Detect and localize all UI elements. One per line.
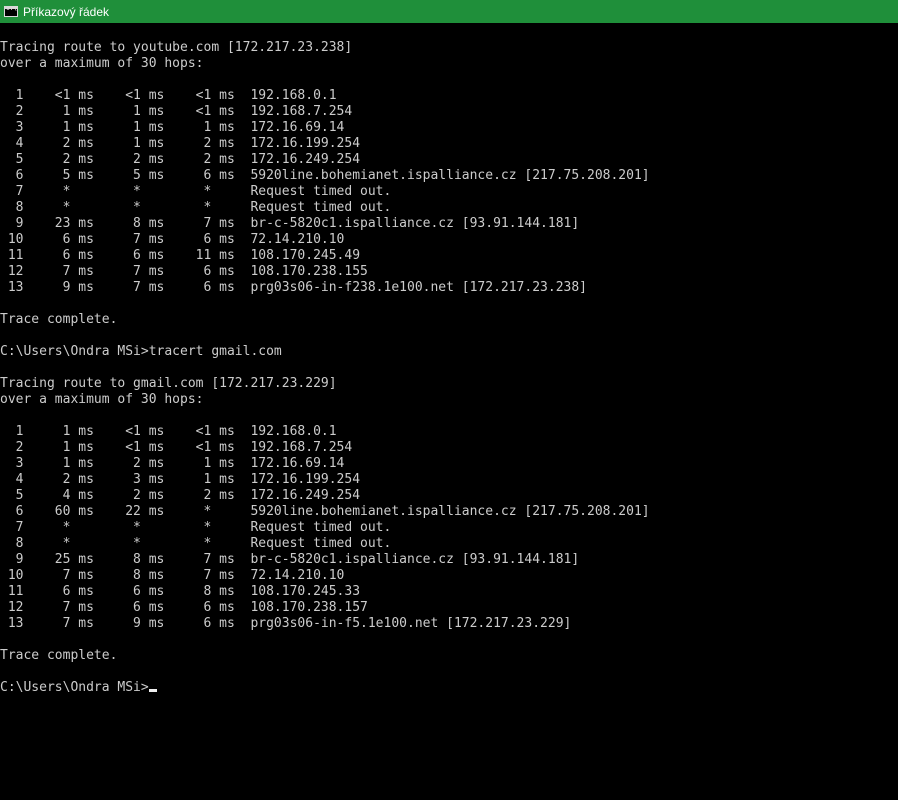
console-line: 10 7 ms 8 ms 7 ms 72.14.210.10 bbox=[0, 568, 345, 583]
command-prompt-window: Příkazový řádek Tracing route to youtube… bbox=[0, 0, 898, 800]
console-line: Trace complete. bbox=[0, 312, 118, 327]
console-line: 3 1 ms 1 ms 1 ms 172.16.69.14 bbox=[0, 120, 345, 135]
console-line: Tracing route to gmail.com [172.217.23.2… bbox=[0, 376, 337, 391]
console-line: 2 1 ms <1 ms <1 ms 192.168.7.254 bbox=[0, 440, 353, 455]
console-line: 9 25 ms 8 ms 7 ms br-c-5820c1.ispallianc… bbox=[0, 552, 580, 567]
console-line: 4 2 ms 3 ms 1 ms 172.16.199.254 bbox=[0, 472, 361, 487]
console-line: 1 <1 ms <1 ms <1 ms 192.168.0.1 bbox=[0, 88, 337, 103]
console-line: over a maximum of 30 hops: bbox=[0, 56, 204, 71]
console-line: 11 6 ms 6 ms 11 ms 108.170.245.49 bbox=[0, 248, 361, 263]
console-line: C:\Users\Ondra MSi>tracert gmail.com bbox=[0, 344, 282, 359]
console-line: Tracing route to youtube.com [172.217.23… bbox=[0, 40, 353, 55]
prompt-text: C:\Users\Ondra MSi> bbox=[0, 680, 149, 695]
console-line: 10 6 ms 7 ms 6 ms 72.14.210.10 bbox=[0, 232, 345, 247]
text-cursor bbox=[148, 689, 157, 692]
console-line: 2 1 ms 1 ms <1 ms 192.168.7.254 bbox=[0, 104, 353, 119]
console-line: 7 * * * Request timed out. bbox=[0, 520, 392, 535]
console-line: 1 1 ms <1 ms <1 ms 192.168.0.1 bbox=[0, 424, 337, 439]
cmd-icon bbox=[4, 6, 18, 17]
console-line: 12 7 ms 6 ms 6 ms 108.170.238.157 bbox=[0, 600, 368, 615]
console-line: 9 23 ms 8 ms 7 ms br-c-5820c1.ispallianc… bbox=[0, 216, 580, 231]
console-line: 8 * * * Request timed out. bbox=[0, 536, 392, 551]
console-line: 5 4 ms 2 ms 2 ms 172.16.249.254 bbox=[0, 488, 361, 503]
window-title: Příkazový řádek bbox=[23, 4, 110, 19]
console-line: 13 7 ms 9 ms 6 ms prg03s06-in-f5.1e100.n… bbox=[0, 616, 572, 631]
console-line: 6 5 ms 5 ms 6 ms 5920line.bohemianet.isp… bbox=[0, 168, 650, 183]
console-line: 7 * * * Request timed out. bbox=[0, 184, 392, 199]
console-line: 11 6 ms 6 ms 8 ms 108.170.245.33 bbox=[0, 584, 361, 599]
title-bar[interactable]: Příkazový řádek bbox=[0, 0, 898, 23]
console-line: 6 60 ms 22 ms * 5920line.bohemianet.ispa… bbox=[0, 504, 650, 519]
console-line: 13 9 ms 7 ms 6 ms prg03s06-in-f238.1e100… bbox=[0, 280, 587, 295]
console-output[interactable]: Tracing route to youtube.com [172.217.23… bbox=[0, 40, 898, 800]
console-line: 12 7 ms 7 ms 6 ms 108.170.238.155 bbox=[0, 264, 368, 279]
console-line: Trace complete. bbox=[0, 648, 118, 663]
console-line: 4 2 ms 1 ms 2 ms 172.16.199.254 bbox=[0, 136, 361, 151]
console-line: 8 * * * Request timed out. bbox=[0, 200, 392, 215]
console-line: 5 2 ms 2 ms 2 ms 172.16.249.254 bbox=[0, 152, 361, 167]
console-line: over a maximum of 30 hops: bbox=[0, 392, 204, 407]
console-line: 3 1 ms 2 ms 1 ms 172.16.69.14 bbox=[0, 456, 345, 471]
prompt-line[interactable]: C:\Users\Ondra MSi> bbox=[0, 680, 898, 696]
